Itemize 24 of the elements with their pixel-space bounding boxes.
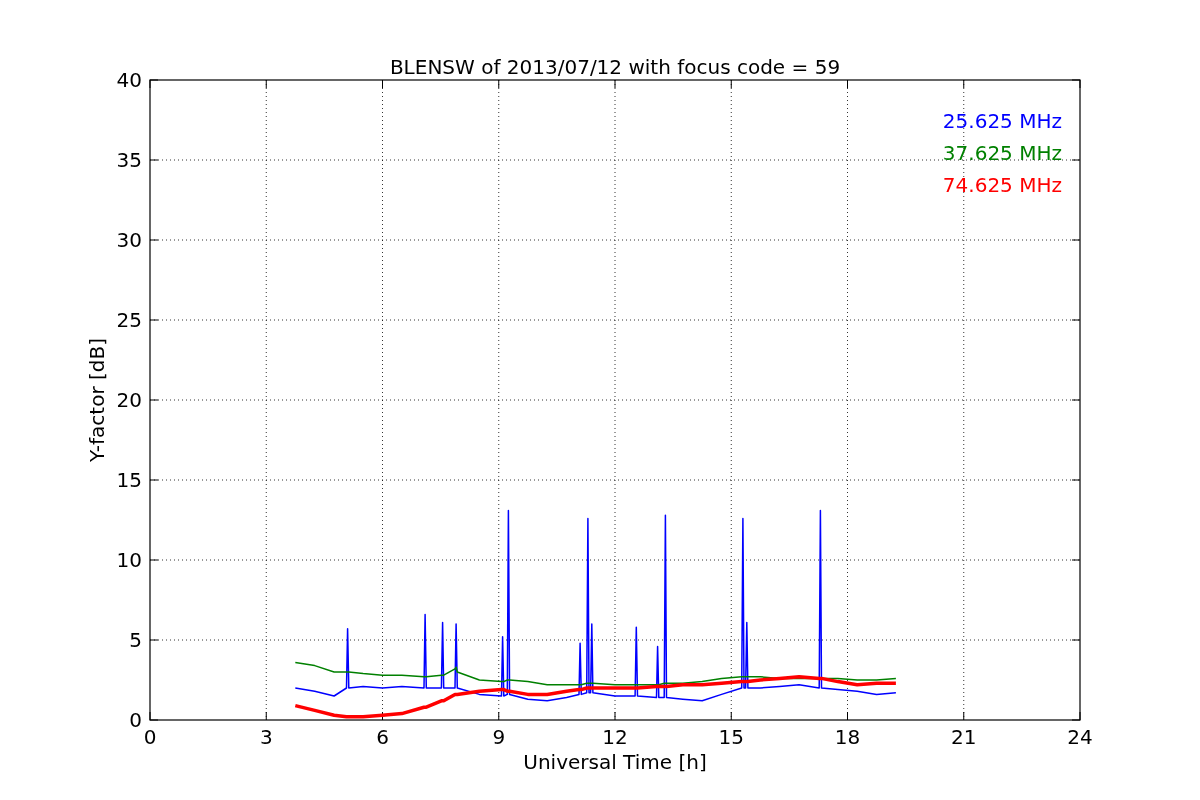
tick-label: 40 [116,68,142,92]
tick-label: 24 [1067,725,1093,749]
tick-label: 30 [116,228,142,252]
tick-label: 18 [834,725,861,749]
tick-label: 35 [116,148,142,172]
axis-label: Universal Time [h] [523,750,707,774]
legend-label: 25.625 MHz [942,109,1062,133]
legend-label: 74.625 MHz [942,173,1062,197]
tick-label: 9 [492,725,506,749]
tick-label: 25 [116,308,142,332]
axis-label: Y-factor [dB] [85,338,109,462]
tick-label: 3 [259,725,273,749]
tick-label: 15 [116,468,142,492]
tick-label: 20 [116,388,142,412]
tick-label: 12 [602,725,628,749]
tick-label: 0 [129,708,142,732]
legend-label: 37.625 MHz [942,141,1062,165]
tick-label: 15 [718,725,744,749]
tick-label: 0 [143,725,157,749]
tick-label: 6 [376,725,389,749]
tick-label: 10 [116,548,142,572]
tick-label: 21 [951,725,977,749]
chart-title: BLENSW of 2013/07/12 with focus code = 59 [389,55,841,79]
tick-label: 5 [129,628,142,652]
